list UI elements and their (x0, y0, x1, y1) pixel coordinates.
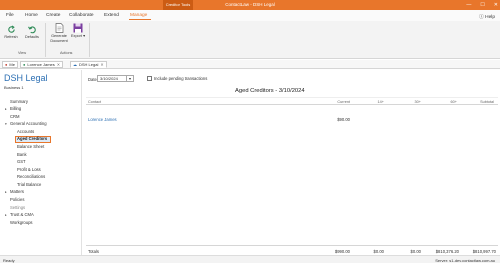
refresh-button[interactable]: Refresh (4, 25, 18, 40)
cloud-icon: ☁ (73, 62, 77, 67)
table-header: Contact Current 14+ 30+ 60+ Subtotal (86, 97, 498, 105)
generate-document-button[interactable]: Generate Document (48, 23, 70, 43)
totals-subtotal: $810,997.70 (472, 249, 496, 254)
column-header-60[interactable]: 60+ (427, 100, 457, 104)
status-text: Ready (3, 257, 15, 263)
menu-bar: File Home Create Collaborate Extend Mana… (0, 10, 500, 21)
export-button[interactable]: Export ▾ (71, 23, 85, 39)
chevron-down-icon: ▾ (83, 34, 85, 38)
business-label: Business 1 (4, 85, 24, 90)
minimize-button[interactable]: — (466, 2, 471, 8)
close-button[interactable]: ✕ (494, 2, 498, 8)
view-group-label: View (18, 51, 27, 55)
user-icon: ● (5, 62, 8, 67)
table-row-current: $90.00 (337, 117, 350, 122)
server-info: Server: s1-dev.contactlaw.com.au (435, 257, 495, 263)
sidebar-item-matters[interactable]: ▸ Matters (5, 189, 24, 194)
tab-dsh-legal[interactable]: ☁ DSH Legal ✕ (70, 61, 107, 68)
sidebar-item-reconciliations[interactable]: Reconciliations (17, 174, 45, 179)
date-dropdown-button[interactable]: ▾ (127, 75, 134, 82)
column-header-14[interactable]: 14+ (354, 100, 384, 104)
ribbon-separator (45, 23, 46, 57)
date-input[interactable]: 3/10/2024 (97, 75, 127, 82)
totals-current: $990.00 (334, 249, 350, 254)
ribbon: Refresh Defaults View Generate Document … (0, 21, 500, 59)
sidebar-item-workgroups[interactable]: Workgroups (10, 220, 33, 225)
sidebar-item-settings[interactable]: Settings (10, 205, 25, 210)
active-tab-underline (129, 19, 151, 20)
sidebar-item-billing[interactable]: ▸ Billing (5, 106, 21, 111)
sidebar-item-profit-loss[interactable]: Profit & Loss (17, 167, 41, 172)
sidebar: DSH Legal Business 1 (0, 70, 82, 255)
table-row-contact[interactable]: Lorence James (88, 117, 117, 122)
window-controls: — ☐ ✕ (466, 0, 498, 10)
undo-icon (27, 26, 36, 34)
save-icon (73, 23, 83, 33)
totals-label: Totals (88, 249, 99, 254)
defaults-button[interactable]: Defaults (23, 25, 41, 40)
sidebar-item-bank[interactable]: Bank (17, 152, 27, 157)
totals-row: Totals $990.00 $0.00 $0.00 $810,376.20 $… (86, 245, 498, 254)
person-icon: ● (23, 62, 26, 67)
help-button[interactable]: ⓘ Help (479, 13, 495, 20)
report-title: Aged Creditors - 3/10/2024 (235, 88, 305, 94)
sidebar-item-crm[interactable]: CRM (10, 114, 20, 119)
menu-extend[interactable]: Extend (104, 13, 119, 18)
sidebar-item-summary[interactable]: Summary (10, 99, 28, 104)
menu-manage[interactable]: Manage (130, 13, 147, 18)
sidebar-item-trust-cma[interactable]: ▸ Trust & CMA (5, 212, 34, 217)
title-bar: Creditor Tools ContactLaw - DSH Legal — … (0, 0, 500, 10)
window-title: ContactLaw - DSH Legal (225, 2, 275, 7)
actions-group-label: Actions (60, 51, 73, 55)
close-icon[interactable]: ✕ (100, 62, 103, 67)
include-pending-label: Include pending transactions (154, 76, 208, 81)
totals-30: $0.00 (410, 249, 421, 254)
totals-14: $0.00 (373, 249, 384, 254)
page-title: DSH Legal (4, 73, 48, 83)
tab-me[interactable]: ● Me (2, 61, 18, 68)
menu-collaborate[interactable]: Collaborate (69, 13, 94, 18)
menu-create[interactable]: Create (46, 13, 60, 18)
maximize-button[interactable]: ☐ (480, 2, 484, 8)
close-icon[interactable]: ✕ (57, 62, 60, 67)
sidebar-item-accounts[interactable]: Accounts (17, 129, 34, 134)
document-tabs: ● Me ● Lorence James ✕ ☁ DSH Legal ✕ (0, 60, 500, 69)
tab-lorence-james[interactable]: ● Lorence James ✕ (20, 61, 64, 68)
column-header-contact[interactable]: Contact (88, 100, 101, 104)
menu-file[interactable]: File (6, 13, 14, 18)
refresh-icon (7, 25, 15, 33)
column-header-30[interactable]: 30+ (391, 100, 421, 104)
ribbon-separator (89, 23, 90, 57)
sidebar-item-balance-sheet[interactable]: Balance Sheet (17, 144, 44, 149)
include-pending-checkbox[interactable] (147, 76, 152, 81)
sidebar-item-gst[interactable]: GST (17, 159, 26, 164)
sidebar-item-trial-balance[interactable]: Trial Balance (17, 182, 41, 187)
sidebar-item-aged-creditors[interactable]: Aged Creditors (15, 136, 51, 143)
document-icon (55, 23, 63, 33)
sidebar-item-general-accounting[interactable]: ▾ General Accounting (5, 121, 47, 126)
status-bar: Ready Server: s1-dev.contactlaw.com.au (0, 255, 500, 263)
column-header-current[interactable]: Current (320, 100, 350, 104)
totals-60: $810,376.20 (435, 249, 459, 254)
date-label: Date (88, 77, 97, 82)
sidebar-item-policies[interactable]: Policies (10, 197, 24, 202)
column-header-subtotal[interactable]: Subtotal (464, 100, 494, 104)
menu-home[interactable]: Home (25, 13, 38, 18)
report-panel: Date 3/10/2024 ▾ Include pending transac… (83, 70, 500, 255)
